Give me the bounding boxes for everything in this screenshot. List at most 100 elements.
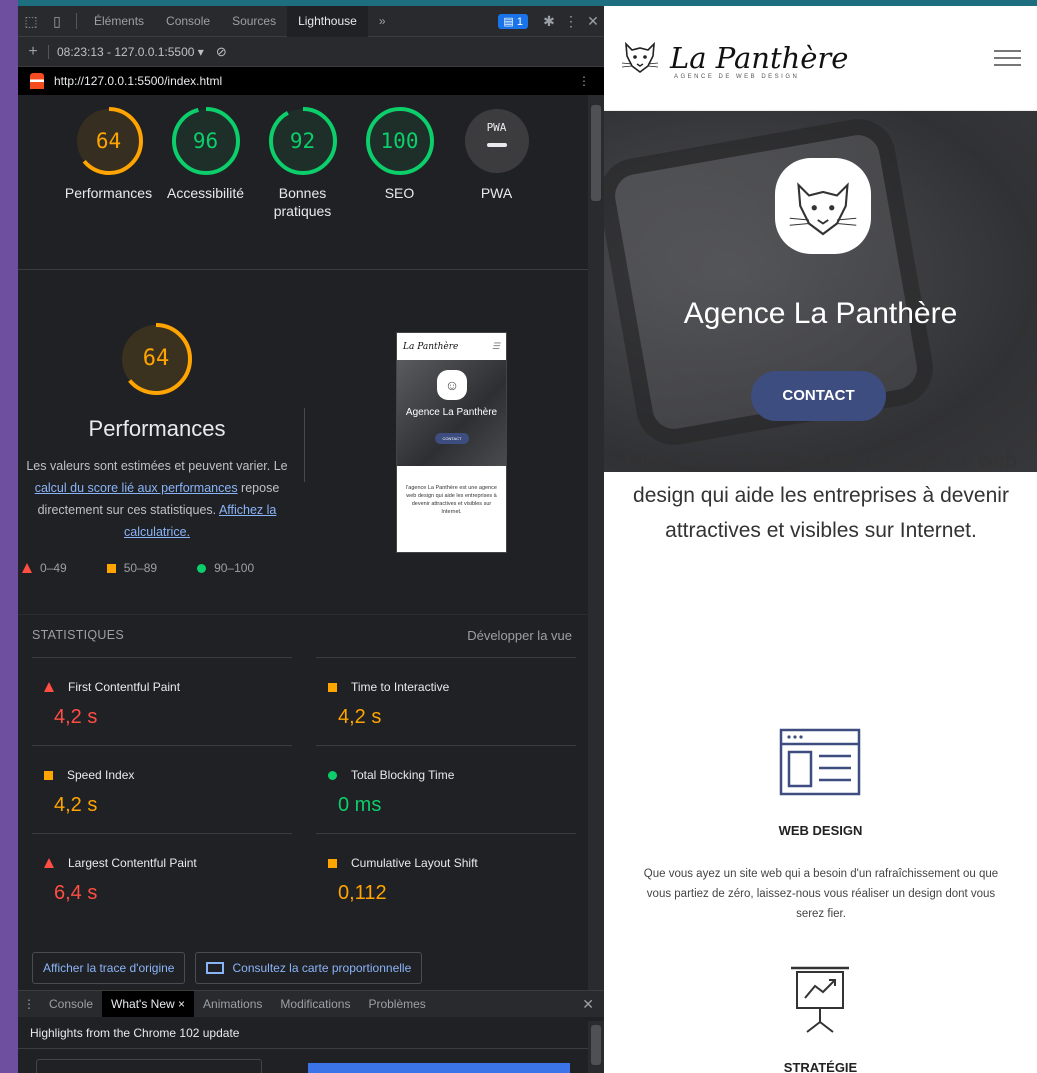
report-menu-icon[interactable]: ⋮ <box>578 74 590 88</box>
report-select[interactable]: 08:23:13 - 127.0.0.1:5500 ▾ <box>57 45 204 59</box>
button-label: Afficher la trace d'origine <box>43 961 175 975</box>
drawer-tab-animations[interactable]: Animations <box>194 991 271 1017</box>
tab-lighthouse[interactable]: Lighthouse <box>287 6 368 37</box>
hero-panther-svg <box>789 182 857 236</box>
close-tab-icon[interactable]: × <box>178 997 185 1011</box>
metric-name: Cumulative Layout Shift <box>351 856 478 870</box>
expand-view-toggle[interactable]: Développer la vue <box>467 628 572 643</box>
drawer-tab-console[interactable]: Console <box>40 991 102 1017</box>
gauge-accessibility[interactable]: 96 Accessibilité <box>157 95 254 269</box>
panther-logo-icon[interactable] <box>618 36 662 80</box>
metric-name: Total Blocking Time <box>351 768 455 782</box>
gauge-label: Bonnes pratiques <box>273 185 332 219</box>
website-viewport: La Panthère AGENCE DE WEB DESIGN Agence … <box>604 6 1037 1073</box>
whats-new-banner-image <box>308 1063 570 1073</box>
gauge-label: SEO <box>384 185 415 201</box>
divider <box>304 408 305 482</box>
gauge-score: 96 <box>192 129 219 153</box>
tab-elements[interactable]: Éléments <box>83 6 155 37</box>
metric-name: First Contentful Paint <box>68 680 181 694</box>
legend-fail: 0–49 <box>22 561 67 575</box>
close-drawer-icon[interactable]: ✕ <box>582 996 594 1013</box>
fail-triangle-icon <box>22 563 32 573</box>
drawer-tab-issues[interactable]: Problèmes <box>359 991 434 1017</box>
strategy-icon <box>787 964 853 1043</box>
statistics-header: STATISTIQUES Développer la vue <box>32 628 572 643</box>
hamburger-menu-icon[interactable] <box>994 45 1021 71</box>
gauge-best-practices[interactable]: 92 Bonnes pratiques <box>254 95 351 269</box>
metric-lcp: Largest Contentful Paint 6,4 s <box>32 833 292 921</box>
metric-header: Largest Contentful Paint <box>44 856 197 870</box>
intro-text: l'agence La Panthère est une agence web … <box>625 449 1017 542</box>
site-brand[interactable]: La Panthère AGENCE DE WEB DESIGN <box>670 41 848 80</box>
metric-header: Total Blocking Time <box>328 768 454 782</box>
strategy-svg <box>791 966 849 1033</box>
service-title-web-design: WEB DESIGN <box>778 823 863 838</box>
gauge-score: 100 <box>380 129 419 153</box>
score-calculation-link[interactable]: calcul du score lié aux performances <box>35 481 238 495</box>
report-scrollbar[interactable] <box>588 95 604 990</box>
thumb-menu-icon: ☰ <box>491 341 500 352</box>
kebab-menu-icon[interactable]: ⋮ <box>560 13 582 30</box>
screen: ⬚ ▯ Éléments Console Sources Lighthouse … <box>0 0 1037 1073</box>
web-design-svg <box>779 728 861 796</box>
final-screenshot-thumbnail[interactable]: La Panthère ☰ ☺ Agence La Panthère CONTA… <box>396 332 507 553</box>
metric-fcp: First Contentful Paint 4,2 s <box>32 657 292 745</box>
close-devtools-icon[interactable]: ✕ <box>582 13 604 30</box>
inspect-element-icon[interactable]: ⬚ <box>18 13 44 30</box>
service-title-strategy: STRATÉGIE <box>783 1060 858 1073</box>
drawer-menu-icon[interactable]: ⋮ <box>18 997 40 1011</box>
performance-section: 64 Performances Les valeurs sont estimée… <box>18 270 588 615</box>
metric-value: 4,2 s <box>338 706 382 728</box>
gauge-score: PWA <box>462 106 532 176</box>
gauge-pwa[interactable]: PWA PWA <box>448 95 545 269</box>
thumb-hero: ☺ Agence La Panthère CONTACT <box>397 360 506 466</box>
legend-label: 50–89 <box>123 561 158 575</box>
gauge-seo[interactable]: 100 SEO <box>351 95 448 269</box>
average-square-icon <box>328 682 337 692</box>
clear-block-icon[interactable]: ⊘ <box>216 44 227 60</box>
metric-value: 6,4 s <box>54 882 98 904</box>
fail-triangle-icon <box>44 858 54 868</box>
metric-tbt: Total Blocking Time 0 ms <box>316 745 576 833</box>
tab-console[interactable]: Console <box>155 6 221 37</box>
metric-header: Cumulative Layout Shift <box>328 856 478 870</box>
devtools-tabbar: ⬚ ▯ Éléments Console Sources Lighthouse … <box>18 6 604 37</box>
whats-new-card[interactable] <box>36 1059 262 1073</box>
gauge-performance[interactable]: 64 Performances <box>60 95 157 269</box>
fail-triangle-icon <box>44 682 54 692</box>
pwa-dash-icon <box>486 143 507 147</box>
more-tabs-button[interactable]: » <box>368 6 397 37</box>
legend-pass: 90–100 <box>197 561 254 575</box>
gauge-ring: PWA <box>462 106 532 176</box>
gauge-label: Accessibilité <box>166 185 245 201</box>
thumb-title: Agence La Panthère <box>405 407 498 418</box>
drawer-tab-changes[interactable]: Modifications <box>271 991 359 1017</box>
view-original-trace-button[interactable]: Afficher la trace d'origine <box>32 952 186 984</box>
hero-panther-icon <box>775 158 871 254</box>
contact-button[interactable]: CONTACT <box>751 371 886 421</box>
metric-name: Speed Index <box>67 768 135 782</box>
gauge-label: Performances <box>64 185 153 201</box>
new-report-plus-icon[interactable]: + <box>18 43 48 61</box>
thumb-panther-icon: ☺ <box>437 370 467 400</box>
thumb-cta: CONTACT <box>435 433 469 444</box>
scrollbar-thumb[interactable] <box>591 1025 601 1065</box>
settings-gear-icon[interactable]: ✱ <box>538 13 560 30</box>
treemap-button[interactable]: Consultez la carte proportionnelle <box>195 952 423 984</box>
scrollbar-thumb[interactable] <box>591 105 601 201</box>
pass-circle-icon <box>197 563 207 573</box>
metric-tti: Time to Interactive 4,2 s <box>316 657 576 745</box>
report-url: http://127.0.0.1:5500/index.html <box>54 74 223 88</box>
divider <box>48 44 49 59</box>
tab-sources[interactable]: Sources <box>221 6 287 37</box>
drawer-scrollbar[interactable] <box>588 1021 604 1073</box>
drawer-tab-whats-new[interactable]: What's New × <box>102 991 195 1017</box>
issues-badge[interactable]: ▤ 1 <box>498 13 528 29</box>
metric-value: 4,2 s <box>54 794 98 816</box>
tab-label: What's New <box>111 997 175 1011</box>
device-toolbar-icon[interactable]: ▯ <box>44 13 70 30</box>
gauge-label: PWA <box>480 185 513 201</box>
metric-value: 0,112 <box>338 882 387 904</box>
statistics-title: STATISTIQUES <box>32 628 125 642</box>
